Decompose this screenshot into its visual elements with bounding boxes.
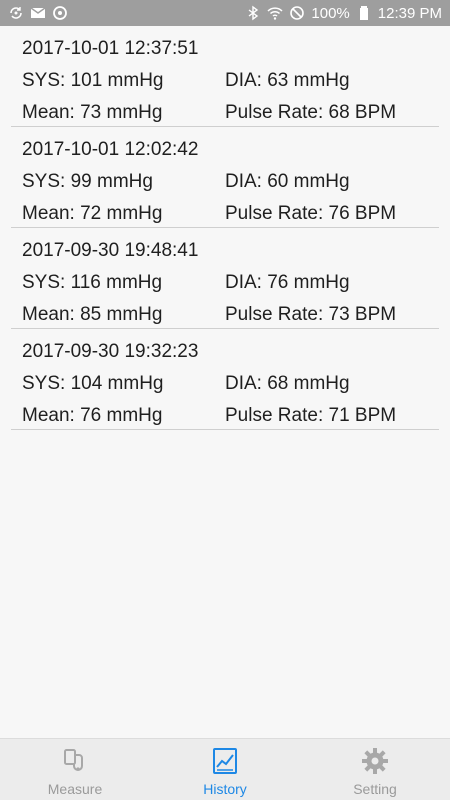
bottom-navigation: Measure History Setting (0, 738, 450, 800)
record-mean: Mean: 85 mmHg (22, 304, 163, 325)
record-pulse: Pulse Rate: 71 BPM (225, 405, 397, 426)
record-row-pressure: SYS: 116 mmHg DIA: 76 mmHg (22, 272, 442, 294)
record-row-mean-pulse: Mean: 76 mmHg Pulse Rate: 71 BPM (22, 405, 442, 427)
record-row-mean-pulse: Mean: 72 mmHg Pulse Rate: 76 BPM (22, 203, 442, 225)
record-mean: Mean: 72 mmHg (22, 203, 163, 224)
wifi-icon (267, 5, 283, 21)
record-dia: DIA: 60 mmHg (225, 171, 350, 192)
nav-history[interactable]: History (150, 739, 300, 800)
battery-icon (356, 5, 372, 21)
nav-setting-label: Setting (353, 781, 397, 797)
record-dia: DIA: 76 mmHg (225, 272, 350, 293)
record-timestamp: 2017-09-30 19:48:41 (22, 240, 199, 261)
record-timestamp: 2017-10-01 12:37:51 (22, 38, 199, 59)
measure-icon (64, 749, 83, 771)
record-pulse: Pulse Rate: 68 BPM (225, 102, 397, 123)
record-row-mean-pulse: Mean: 85 mmHg Pulse Rate: 73 BPM (22, 304, 442, 326)
status-bar-right: 100% 12:39 PM (245, 5, 442, 22)
record-dia: DIA: 63 mmHg (225, 70, 350, 91)
record-timestamp: 2017-10-01 12:02:42 (22, 139, 199, 160)
record-row-pressure: SYS: 101 mmHg DIA: 63 mmHg (22, 70, 442, 92)
record-timestamp: 2017-09-30 19:32:23 (22, 341, 199, 362)
status-bar: 100% 12:39 PM (0, 0, 450, 26)
gear-icon (362, 748, 388, 774)
record-mean: Mean: 73 mmHg (22, 102, 163, 123)
status-time: 12:39 PM (377, 4, 442, 22)
battery-percentage: 100% (311, 4, 350, 22)
record-pulse: Pulse Rate: 73 BPM (225, 304, 397, 325)
data-saver-icon (52, 5, 68, 21)
history-record[interactable]: 2017-09-30 19:32:23 SYS: 104 mmHg DIA: 6… (11, 329, 439, 430)
record-row-pressure: SYS: 104 mmHg DIA: 68 mmHg (22, 373, 442, 395)
nav-measure[interactable]: Measure (0, 739, 150, 800)
record-row-pressure: SYS: 99 mmHg DIA: 60 mmHg (22, 171, 442, 193)
history-list: 2017-10-01 12:37:51 SYS: 101 mmHg DIA: 6… (0, 26, 450, 738)
history-record[interactable]: 2017-10-01 12:37:51 SYS: 101 mmHg DIA: 6… (11, 26, 439, 127)
record-sys: SYS: 116 mmHg (22, 272, 163, 293)
record-sys: SYS: 99 mmHg (22, 171, 153, 192)
status-bar-left (8, 5, 68, 21)
sync-icon (8, 5, 24, 21)
history-record[interactable]: 2017-10-01 12:02:42 SYS: 99 mmHg DIA: 60… (11, 127, 439, 228)
record-sys: SYS: 104 mmHg (22, 373, 164, 394)
record-row-mean-pulse: Mean: 73 mmHg Pulse Rate: 68 BPM (22, 102, 442, 124)
record-mean: Mean: 76 mmHg (22, 405, 163, 426)
bluetooth-icon (245, 5, 261, 21)
history-chart-icon (213, 748, 237, 774)
do-not-disturb-icon (289, 5, 305, 21)
record-pulse: Pulse Rate: 76 BPM (225, 203, 397, 224)
nav-measure-label: Measure (47, 781, 103, 797)
nav-history-label: History (203, 781, 247, 797)
nav-setting[interactable]: Setting (300, 739, 450, 800)
record-dia: DIA: 68 mmHg (225, 373, 350, 394)
record-sys: SYS: 101 mmHg (22, 70, 164, 91)
mail-icon (30, 5, 46, 21)
history-record[interactable]: 2017-09-30 19:48:41 SYS: 116 mmHg DIA: 7… (11, 228, 439, 329)
